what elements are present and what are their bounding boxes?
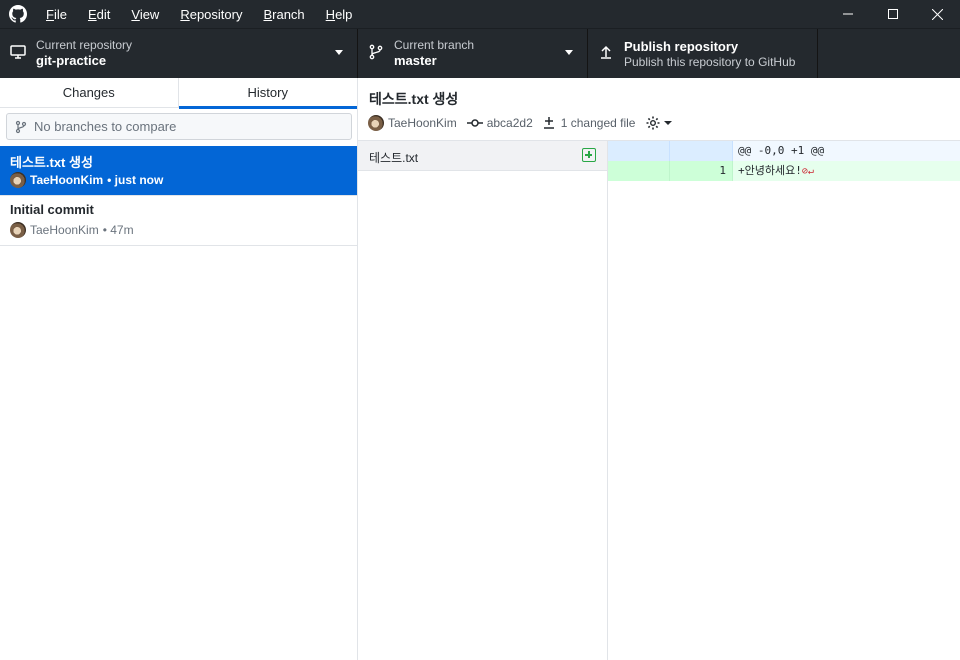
- close-button[interactable]: [914, 0, 960, 28]
- minimize-icon: [843, 13, 853, 15]
- maximize-button[interactable]: [870, 0, 916, 28]
- diff-icon: [543, 117, 554, 129]
- close-icon: [931, 8, 943, 20]
- menu-help[interactable]: Help: [326, 0, 353, 28]
- branch-compare-input[interactable]: No branches to compare: [6, 113, 352, 140]
- commit-summary-title: 테스트.txt 생성: [369, 91, 459, 107]
- publish-repository-button[interactable]: Publish repository Publish this reposito…: [588, 29, 818, 78]
- menu-repository[interactable]: Repository: [180, 0, 242, 28]
- avatar: [10, 222, 26, 238]
- maximize-icon: [888, 9, 898, 19]
- tab-history[interactable]: History: [178, 78, 358, 109]
- menu-bar: File Edit View Repository Branch Help: [46, 0, 373, 28]
- diff-hunk-header: @@ -0,0 +1 @@: [608, 141, 960, 161]
- commit-title: 테스트.txt 생성: [10, 155, 93, 170]
- diff-gutter-old: [608, 161, 670, 181]
- commit-author: TaeHoonKim: [30, 173, 104, 187]
- diff-gutter-old: [608, 141, 670, 161]
- commit-summary: 테스트.txt 생성 TaeHoonKim abca2d2 1 changed …: [358, 78, 960, 141]
- diff-gutter-new: [670, 141, 733, 161]
- commit-time: • 47m: [102, 223, 134, 237]
- commit-meta: TaeHoonKim • just now: [10, 172, 163, 188]
- gear-icon[interactable]: [645, 115, 661, 131]
- changed-files-list: 테스트.txt: [358, 141, 608, 660]
- branch-compare-placeholder: No branches to compare: [34, 119, 177, 134]
- commit-author: TaeHoonKim: [388, 116, 457, 130]
- diff-line-number: 1: [670, 161, 733, 181]
- menu-file[interactable]: File: [46, 0, 67, 28]
- commit-sha[interactable]: abca2d2: [487, 116, 533, 130]
- tab-changes[interactable]: Changes: [0, 78, 179, 108]
- avatar: [10, 172, 26, 188]
- menu-edit[interactable]: Edit: [88, 0, 110, 28]
- file-name: 테스트.txt: [369, 151, 419, 165]
- branch-icon: [15, 120, 27, 134]
- sidebar-tabs: Changes History: [0, 78, 358, 109]
- commit-summary-meta: TaeHoonKim abca2d2 1 changed file: [368, 115, 673, 131]
- chevron-down-icon: [664, 121, 673, 125]
- hunk-text: @@ -0,0 +1 @@: [738, 144, 825, 157]
- toolbar: Current repository git-practice Current …: [0, 28, 960, 78]
- branch-icon: [369, 44, 383, 60]
- chevron-down-icon: [335, 50, 343, 55]
- github-logo-icon: [9, 5, 27, 23]
- current-repository-button[interactable]: Current repository git-practice: [0, 29, 358, 78]
- repository-caption: Current repository: [36, 38, 133, 52]
- diff-view: @@ -0,0 +1 @@ 1 +안녕하세요!⊘↵: [608, 141, 960, 660]
- branch-name: master: [394, 53, 437, 68]
- branch-caption: Current branch: [394, 38, 475, 52]
- current-branch-button[interactable]: Current branch master: [358, 29, 588, 78]
- commit-list-item[interactable]: 테스트.txt 생성 TaeHoonKim • just now: [0, 146, 357, 196]
- upload-icon: [601, 45, 611, 59]
- added-line-content: +안녕하세요!: [738, 164, 802, 177]
- repository-monitor-icon: [10, 45, 26, 59]
- no-newline-icon: ⊘↵: [801, 166, 814, 177]
- changed-files-count: 1 changed file: [560, 116, 636, 130]
- diff-line-text: +안녕하세요!⊘↵: [738, 161, 814, 182]
- commit-icon: [466, 119, 483, 127]
- title-bar: File Edit View Repository Branch Help: [0, 0, 960, 28]
- menu-view[interactable]: View: [131, 0, 159, 28]
- diff-added-line[interactable]: 1 +안녕하세요!⊘↵: [608, 161, 960, 181]
- commit-meta: TaeHoonKim • 47m: [10, 222, 134, 238]
- minimize-button[interactable]: [825, 0, 871, 28]
- publish-title: Publish repository: [624, 39, 739, 54]
- menu-branch[interactable]: Branch: [263, 0, 304, 28]
- commit-list-item[interactable]: Initial commit TaeHoonKim • 47m: [0, 196, 357, 246]
- avatar: [368, 115, 384, 131]
- commit-author: TaeHoonKim: [30, 223, 99, 237]
- publish-subtitle: Publish this repository to GitHub: [624, 55, 796, 69]
- commit-time: • just now: [107, 173, 164, 187]
- file-added-icon: [582, 148, 596, 162]
- commit-title: Initial commit: [10, 202, 94, 217]
- file-list-item[interactable]: 테스트.txt: [358, 141, 607, 171]
- sidebar: Changes History No branches to compare 테…: [0, 78, 358, 660]
- chevron-down-icon: [565, 50, 573, 55]
- repository-name: git-practice: [36, 53, 107, 68]
